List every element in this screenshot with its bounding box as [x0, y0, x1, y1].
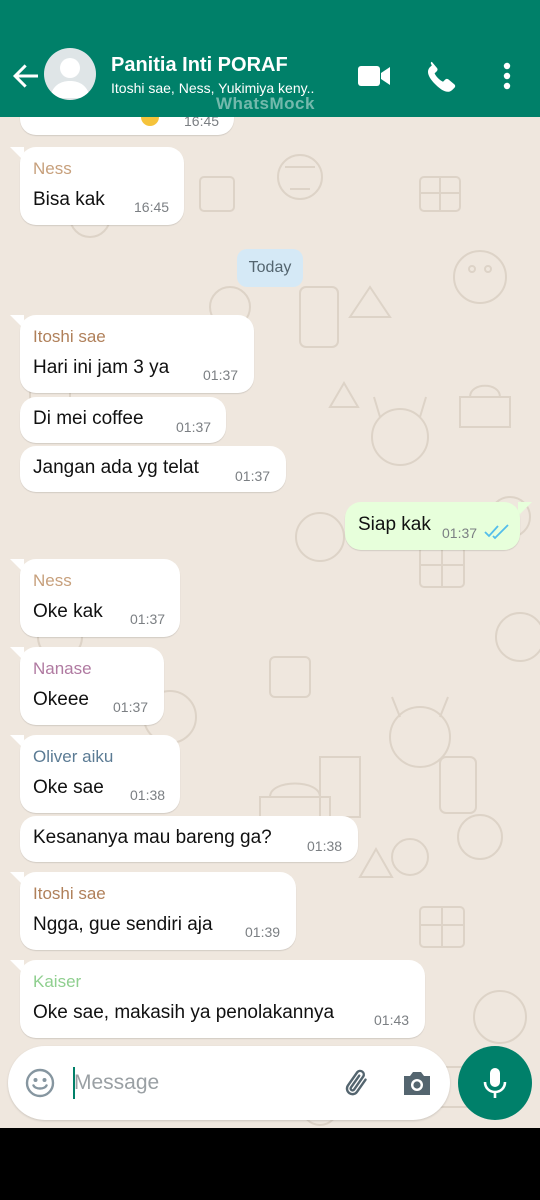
message-sender: Oliver aiku [33, 747, 114, 766]
message-time: 01:37 [130, 611, 166, 627]
message-text: Ngga, gue sendiri aja [33, 914, 213, 935]
message-time: 01:38 [307, 838, 343, 854]
message-bubble[interactable]: Jangan ada yg telat 01:37 [20, 446, 286, 492]
chat-area[interactable]: 16:45 Ness Bisa kak 16:45 Today Itoshi s… [0, 117, 540, 1128]
message-bubble[interactable]: Di mei coffee 01:37 [20, 397, 226, 443]
message-bubble[interactable]: Itoshi sae Hari ini jam 3 ya 01:37 [20, 315, 254, 393]
message-time: 01:38 [130, 787, 166, 803]
double-check-icon [484, 524, 509, 540]
message-bubble[interactable]: Oliver aiku Oke sae 01:38 [20, 735, 180, 813]
message-time: 01:37 [176, 419, 212, 435]
chat-title[interactable]: Panitia Inti PORAF [111, 54, 288, 77]
message-time: 01:39 [245, 924, 281, 940]
message-time: 01:43 [374, 1012, 410, 1028]
arrow-left-icon[interactable] [10, 60, 42, 92]
message-sender: Itoshi sae [33, 884, 106, 903]
microphone-icon [483, 1068, 507, 1098]
message-text: Okeee [33, 689, 89, 710]
message-bubble[interactable]: Ness Oke kak 01:37 [20, 559, 180, 637]
message-text: Kesananya mau bareng ga? [33, 827, 272, 848]
message-text: Siap kak [358, 514, 431, 535]
bubble-tail [518, 502, 532, 516]
message-text: Oke sae [33, 777, 104, 798]
message-sender: Ness [33, 159, 72, 178]
video-call-icon[interactable] [356, 58, 392, 94]
message-text: Oke kak [33, 601, 103, 622]
message-bubble[interactable]: Ness Bisa kak 16:45 [20, 147, 184, 225]
message-time: 16:45 [134, 199, 170, 215]
message-time: 16:45 [184, 117, 220, 129]
message-text: Bisa kak [33, 189, 105, 210]
attach-icon[interactable] [340, 1065, 376, 1101]
message-bubble[interactable]: Kesananya mau bareng ga? 01:38 [20, 816, 358, 862]
message-bubble[interactable]: 16:45 [20, 117, 234, 135]
message-text: Di mei coffee [33, 408, 144, 429]
message-sender: Ness [33, 571, 72, 590]
microphone-button[interactable] [458, 1046, 532, 1120]
message-text: Jangan ada yg telat [33, 457, 199, 478]
message-text: Hari ini jam 3 ya [33, 357, 170, 378]
phone-icon[interactable] [423, 58, 459, 94]
system-navigation-bar [0, 1128, 540, 1200]
message-time: 01:37 [442, 525, 478, 541]
message-sender: Kaiser [33, 972, 82, 991]
message-input[interactable] [66, 1066, 316, 1100]
watermark: WhatsMock [216, 94, 315, 113]
message-compose-bar [8, 1046, 450, 1120]
camera-icon[interactable] [400, 1067, 434, 1099]
chat-header: Panitia Inti PORAF Itoshi sae, Ness, Yuk… [0, 0, 540, 117]
date-separator: Today [237, 249, 303, 287]
group-avatar[interactable] [44, 48, 96, 100]
more-vertical-icon[interactable] [489, 58, 525, 94]
message-time: 01:37 [113, 699, 149, 715]
message-bubble[interactable]: Kaiser Oke sae, makasih ya penolakannya … [20, 960, 425, 1038]
emoji-icon[interactable] [24, 1067, 56, 1099]
message-sender: Nanase [33, 659, 92, 678]
message-sender: Itoshi sae [33, 327, 106, 346]
default-avatar-icon [50, 58, 90, 98]
message-bubble-outgoing[interactable]: Siap kak 01:37 [345, 502, 520, 550]
message-bubble[interactable]: Nanase Okeee 01:37 [20, 647, 164, 725]
message-text: Oke sae, makasih ya penolakannya [33, 1002, 335, 1023]
emoji-face-icon [141, 117, 159, 126]
message-time: 01:37 [235, 468, 271, 484]
text-cursor [73, 1067, 75, 1099]
message-time: 01:37 [203, 367, 239, 383]
message-bubble[interactable]: Itoshi sae Ngga, gue sendiri aja 01:39 [20, 872, 296, 950]
